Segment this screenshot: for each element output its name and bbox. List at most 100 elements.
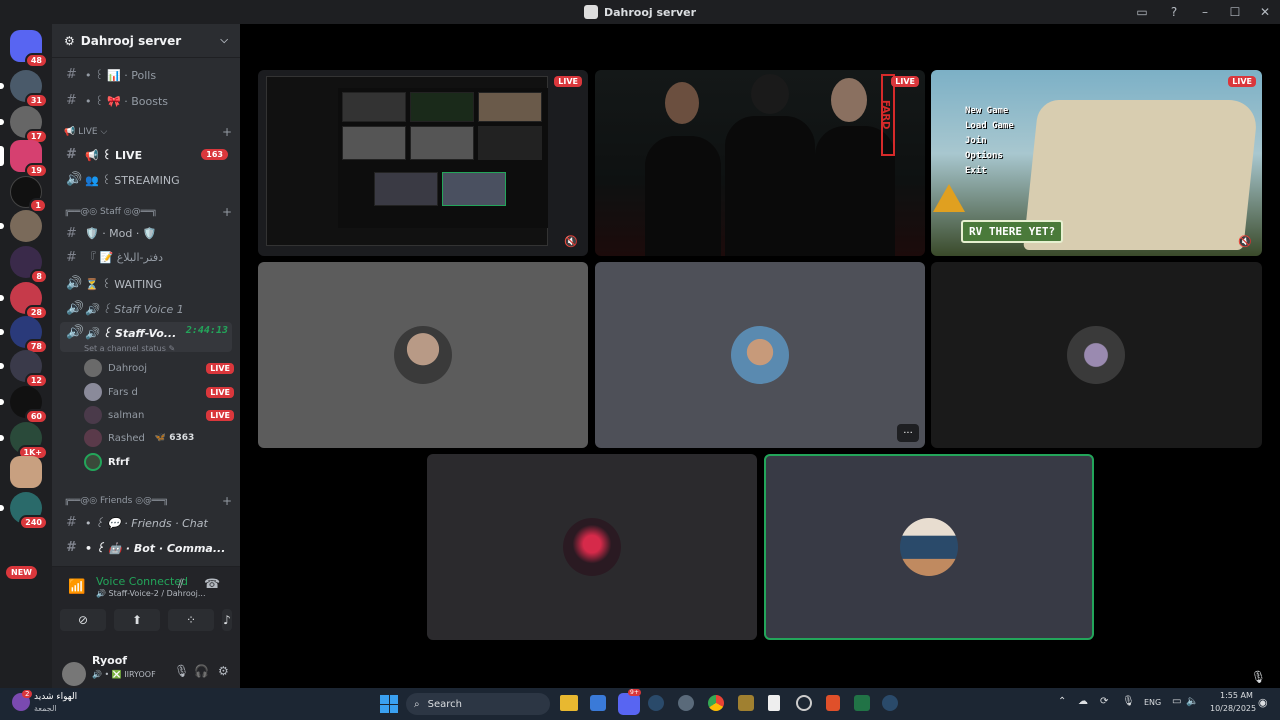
clock-time[interactable]: 1:55 AM: [1220, 691, 1253, 700]
maximize-button[interactable]: ☐: [1220, 0, 1250, 24]
noise-suppression-icon[interactable]: ⫽: [178, 577, 184, 592]
language-indicator[interactable]: ENG: [1144, 698, 1161, 707]
channel-label: 『 📝 دفتر-البلاغ: [85, 251, 164, 264]
volume-muted-icon[interactable]: 🔇: [1238, 235, 1252, 248]
headphones-icon[interactable]: 🎧: [194, 664, 209, 678]
microphone-icon[interactable]: 🎙: [1122, 696, 1135, 707]
add-channel-icon[interactable]: +: [222, 125, 232, 139]
category-friends[interactable]: ╔══@◎ Friends ◎@══╗ +: [64, 493, 232, 509]
server-icon[interactable]: 78: [0, 316, 48, 354]
channel-live[interactable]: # 📢 ꒰ LIVE 163: [60, 143, 232, 165]
cloud-icon[interactable]: ☁: [1078, 696, 1088, 707]
participant-tile[interactable]: ···: [595, 262, 925, 448]
participant-tile[interactable]: [931, 262, 1262, 448]
channel-polls[interactable]: # • ꒰ 📊 · Polls: [60, 63, 232, 85]
volume-icon[interactable]: 🔈: [1186, 696, 1198, 707]
server-icon[interactable]: 1K+: [0, 422, 48, 460]
stream-tile-game[interactable]: FARD LIVE: [595, 70, 925, 256]
add-channel-icon[interactable]: +: [222, 205, 232, 219]
chrome-icon[interactable]: [708, 695, 724, 711]
participant-tile[interactable]: [258, 262, 588, 448]
server-icon[interactable]: 240: [0, 492, 48, 530]
taskbar-search-box[interactable]: ⌕ Search: [406, 693, 550, 715]
character-figure: [725, 116, 815, 256]
channel-friends-chat[interactable]: # • ꒰ 💬 · Friends · Chat: [60, 511, 232, 533]
document-icon[interactable]: [768, 695, 780, 711]
clock-date[interactable]: 10/28/2025: [1210, 704, 1256, 713]
server-icon-active[interactable]: 19: [0, 140, 48, 178]
voice-user-name: Rfrf: [108, 456, 130, 468]
brave-icon[interactable]: [826, 695, 840, 711]
character-head: [665, 82, 699, 124]
avatar: [1067, 326, 1125, 384]
disconnect-icon[interactable]: ☎: [204, 577, 220, 592]
channel-waiting[interactable]: 🔊 ⏳ ꒰ WAITING: [60, 272, 232, 294]
screen-share-button[interactable]: ⬆: [114, 609, 160, 631]
chevron-up-icon[interactable]: ⌃: [1058, 696, 1066, 707]
server-icon[interactable]: 28: [0, 282, 48, 320]
sync-icon[interactable]: ⟳: [1100, 696, 1108, 707]
camera-button[interactable]: ⊘: [60, 609, 106, 631]
app-icon[interactable]: [796, 695, 812, 711]
inbox-icon[interactable]: ▭: [1126, 0, 1158, 24]
voice-user[interactable]: Dahrooj LIVE: [84, 358, 234, 378]
voice-user[interactable]: Fars d LIVE: [84, 382, 234, 402]
signal-icon[interactable]: 📶: [68, 579, 85, 595]
windows-start-icon[interactable]: [380, 695, 398, 713]
avatar: [84, 429, 102, 447]
gear-icon[interactable]: ⚙: [218, 664, 229, 678]
steam-icon[interactable]: [648, 695, 664, 711]
server-icon[interactable]: 31: [0, 70, 48, 108]
channel-notes[interactable]: # 『 📝 دفتر-البلاغ: [60, 246, 232, 268]
activities-button[interactable]: ⁘: [168, 609, 214, 631]
minimize-button[interactable]: –: [1190, 0, 1220, 24]
category-live[interactable]: 📢 LIVE ⌵ +: [64, 124, 232, 140]
store-icon[interactable]: [590, 695, 606, 711]
discord-icon[interactable]: [618, 693, 640, 715]
channel-boosts[interactable]: # • ꒰ 🎀 · Boosts: [60, 89, 232, 111]
server-rail: 48 31 17 19 1 8 28 78 12 60 1K+ 240 NEW: [0, 24, 52, 688]
volume-muted-icon[interactable]: 🔇: [564, 235, 578, 248]
new-unreads-badge[interactable]: NEW: [6, 566, 37, 579]
more-options-icon[interactable]: ···: [897, 424, 919, 442]
server-icon[interactable]: 60: [0, 386, 48, 424]
close-button[interactable]: ✕: [1250, 0, 1280, 24]
participant-tile-speaking[interactable]: [764, 454, 1094, 640]
voice-user[interactable]: Rashed 🦋 6363: [84, 428, 234, 448]
stream-tile-rv-game[interactable]: New Game Load Game Join Options Exit RV …: [931, 70, 1262, 256]
set-status-link[interactable]: Set a channel status ✎: [84, 344, 175, 353]
add-channel-icon[interactable]: +: [222, 494, 232, 508]
channel-bot-commands[interactable]: # • ꒰ 🤖 · Bot · Comma...: [60, 536, 232, 558]
channel-mod[interactable]: # 🛡️ · Mod · 🛡️: [60, 222, 232, 244]
direct-messages-icon[interactable]: 48: [10, 30, 48, 68]
settings-icon[interactable]: [678, 695, 694, 711]
server-header[interactable]: ⚙ Dahrooj server ⌵: [52, 24, 240, 58]
unread-badge: 48: [24, 53, 48, 68]
network-icon[interactable]: ▭: [1172, 696, 1181, 707]
app-icon[interactable]: [738, 695, 754, 711]
soundboard-button[interactable]: ♪: [222, 609, 232, 631]
server-icon[interactable]: 12: [0, 350, 48, 388]
channel-staff-voice-1[interactable]: 🔊 🔊 ꒰ Staff Voice 1: [60, 297, 232, 319]
channel-sidebar: ⚙ Dahrooj server ⌵ # • ꒰ 📊 · Polls # • ꒰ 🎀…: [52, 24, 240, 688]
server-icon[interactable]: 17: [0, 106, 48, 144]
game-logo: RV THERE YET?: [961, 220, 1064, 243]
stream-tile-screenshare[interactable]: LIVE 🔇: [258, 70, 588, 256]
steam-icon[interactable]: [882, 695, 898, 711]
channel-streaming[interactable]: 🔊 👥 ꒰ STREAMING: [60, 168, 232, 190]
server-icon[interactable]: [10, 456, 42, 488]
avatar[interactable]: [62, 662, 86, 686]
microphone-icon[interactable]: 🎙: [174, 664, 189, 678]
voice-user[interactable]: salman LIVE: [84, 405, 234, 425]
server-icon[interactable]: 8: [10, 246, 48, 284]
file-explorer-icon[interactable]: [560, 695, 578, 711]
help-icon[interactable]: ?: [1158, 0, 1190, 24]
excel-icon[interactable]: [854, 695, 870, 711]
microphone-icon[interactable]: 🎙: [1251, 670, 1266, 684]
participant-tile[interactable]: [427, 454, 757, 640]
server-icon[interactable]: 1: [10, 176, 47, 213]
notification-icon[interactable]: ◉: [1258, 696, 1268, 709]
server-icon[interactable]: [0, 210, 42, 242]
category-staff[interactable]: ╔══@◎ Staff ◎@══╗ +: [64, 204, 232, 220]
voice-user[interactable]: Rfrf: [84, 452, 234, 472]
